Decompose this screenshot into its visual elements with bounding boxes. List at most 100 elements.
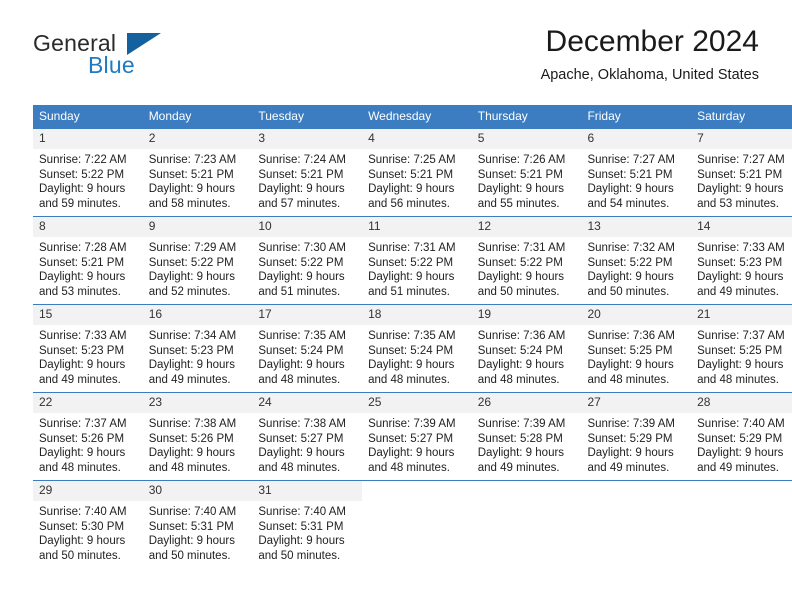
day-cell[interactable]: 10 Sunrise: 7:30 AM Sunset: 5:22 PM Dayligh… <box>252 216 363 305</box>
daylight-text-line1: Daylight: 9 hours <box>39 183 126 196</box>
week-row: 8 Sunrise: 7:28 AM Sunset: 5:21 PM Daylight… <box>33 216 792 305</box>
day-details: Sunrise: 7:40 AM Sunset: 5:31 PM Daylight:… <box>143 501 253 563</box>
day-cell[interactable]: 8 Sunrise: 7:28 AM Sunset: 5:21 PM Daylight… <box>33 216 143 305</box>
daylight-text-line1: Daylight: 9 hours <box>148 535 235 548</box>
daylight-text-line2: and 54 minutes. <box>587 197 670 210</box>
day-cell[interactable]: 20 Sunrise: 7:36 AM Sunset: 5:25 PM Dayligh… <box>581 304 692 393</box>
daylight-text-line1: Daylight: 9 hours <box>477 183 565 196</box>
calendar-header-row: Sunday Monday Tuesday Wednesday Thursday… <box>33 105 792 129</box>
day-cell[interactable]: 12 Sunrise: 7:31 AM Sunset: 5:22 PM Dayligh… <box>471 216 582 305</box>
day-cell[interactable]: 17 Sunrise: 7:35 AM Sunset: 5:24 PM Dayligh… <box>252 304 363 393</box>
day-number <box>581 481 692 501</box>
daylight-text-line1: Daylight: 9 hours <box>258 271 345 284</box>
day-cell[interactable]: 22 Sunrise: 7:37 AM Sunset: 5:26 PM Dayligh… <box>33 392 143 481</box>
daylight-text-line1: Daylight: 9 hours <box>587 183 674 196</box>
day-cell[interactable]: 14 Sunrise: 7:33 AM Sunset: 5:23 PM Dayligh… <box>691 216 792 305</box>
day-cell[interactable]: 9 Sunrise: 7:29 AM Sunset: 5:22 PM Daylight… <box>142 216 253 305</box>
day-number: 27 <box>581 393 692 413</box>
daylight-text-line2: and 49 minutes. <box>697 285 779 298</box>
day-cell[interactable]: 13 Sunrise: 7:32 AM Sunset: 5:22 PM Dayligh… <box>581 216 692 305</box>
day-details: Sunrise: 7:35 AM Sunset: 5:24 PM Daylight:… <box>362 325 472 387</box>
daylight-text-line1: Daylight: 9 hours <box>368 271 455 284</box>
sunset-text: Sunset: 5:25 PM <box>697 344 783 357</box>
sunrise-text: Sunrise: 7:36 AM <box>587 330 676 342</box>
sunrise-text: Sunrise: 7:36 AM <box>477 330 566 342</box>
sunrise-text: Sunrise: 7:40 AM <box>148 506 237 518</box>
day-number: 17 <box>252 305 363 325</box>
sunrise-text: Sunrise: 7:26 AM <box>477 154 566 166</box>
day-number: 1 <box>33 129 143 149</box>
day-cell[interactable]: 3 Sunrise: 7:24 AM Sunset: 5:21 PM Daylight… <box>252 128 363 217</box>
day-number <box>471 481 582 501</box>
day-cell[interactable]: 21 Sunrise: 7:37 AM Sunset: 5:25 PM Dayligh… <box>691 304 792 393</box>
day-number: 26 <box>471 393 582 413</box>
sunrise-text: Sunrise: 7:31 AM <box>368 242 456 254</box>
day-cell[interactable]: 25 Sunrise: 7:39 AM Sunset: 5:27 PM Dayligh… <box>362 392 472 481</box>
daylight-text-line2: and 48 minutes. <box>477 373 560 386</box>
sunrise-text: Sunrise: 7:32 AM <box>587 242 676 254</box>
page-header: General Blue December 2024 Apache, Oklah… <box>33 24 759 96</box>
day-cell[interactable]: 18 Sunrise: 7:35 AM Sunset: 5:24 PM Dayligh… <box>362 304 472 393</box>
sunrise-text: Sunrise: 7:29 AM <box>148 242 237 254</box>
day-number: 13 <box>581 217 692 237</box>
day-cell[interactable]: 24 Sunrise: 7:38 AM Sunset: 5:27 PM Dayligh… <box>252 392 363 481</box>
general-blue-logo[interactable]: General Blue <box>33 30 233 86</box>
weekday-header-saturday: Saturday <box>691 105 792 129</box>
daylight-text-line2: and 48 minutes. <box>587 373 670 386</box>
day-cell[interactable]: 4 Sunrise: 7:25 AM Sunset: 5:21 PM Daylight… <box>362 128 472 217</box>
calendar-body: 1 Sunrise: 7:22 AM Sunset: 5:22 PM Daylight… <box>33 128 792 568</box>
day-cell[interactable]: 26 Sunrise: 7:39 AM Sunset: 5:28 PM Dayligh… <box>471 392 582 481</box>
daylight-text-line1: Daylight: 9 hours <box>587 447 674 460</box>
daylight-text-line2: and 55 minutes. <box>477 197 560 210</box>
sunset-text: Sunset: 5:31 PM <box>148 520 234 533</box>
sunset-text: Sunset: 5:22 PM <box>477 256 563 269</box>
day-details: Sunrise: 7:39 AM Sunset: 5:27 PM Daylight:… <box>362 413 472 475</box>
day-cell[interactable]: 11 Sunrise: 7:31 AM Sunset: 5:22 PM Dayligh… <box>362 216 472 305</box>
day-cell[interactable]: 31 Sunrise: 7:40 AM Sunset: 5:31 PM Dayligh… <box>252 480 363 568</box>
daylight-text-line1: Daylight: 9 hours <box>697 359 784 372</box>
day-details: Sunrise: 7:24 AM Sunset: 5:21 PM Daylight:… <box>252 149 362 211</box>
day-cell[interactable]: 23 Sunrise: 7:38 AM Sunset: 5:26 PM Dayligh… <box>142 392 253 481</box>
sunrise-text: Sunrise: 7:35 AM <box>368 330 456 342</box>
sunset-text: Sunset: 5:23 PM <box>39 344 125 357</box>
daylight-text-line2: and 49 minutes. <box>148 373 231 386</box>
daylight-text-line2: and 49 minutes. <box>477 461 560 474</box>
day-cell[interactable]: 29 Sunrise: 7:40 AM Sunset: 5:30 PM Dayligh… <box>33 480 143 568</box>
day-cell[interactable]: 2 Sunrise: 7:23 AM Sunset: 5:21 PM Daylight… <box>142 128 253 217</box>
sunrise-text: Sunrise: 7:33 AM <box>697 242 785 254</box>
day-cell[interactable]: 1 Sunrise: 7:22 AM Sunset: 5:22 PM Daylight… <box>33 128 143 217</box>
calendar-grid: Sunday Monday Tuesday Wednesday Thursday… <box>33 105 792 568</box>
sunrise-text: Sunrise: 7:40 AM <box>258 506 346 518</box>
day-number: 24 <box>252 393 363 413</box>
sunset-text: Sunset: 5:22 PM <box>39 168 125 181</box>
day-cell[interactable]: 28 Sunrise: 7:40 AM Sunset: 5:29 PM Dayligh… <box>691 392 792 481</box>
day-details: Sunrise: 7:35 AM Sunset: 5:24 PM Daylight:… <box>252 325 362 387</box>
page-subtitle: Apache, Oklahoma, United States <box>540 67 759 83</box>
day-cell[interactable]: 16 Sunrise: 7:34 AM Sunset: 5:23 PM Dayligh… <box>142 304 253 393</box>
day-details: Sunrise: 7:40 AM Sunset: 5:30 PM Daylight:… <box>33 501 143 563</box>
sunset-text: Sunset: 5:21 PM <box>258 168 344 181</box>
day-cell[interactable]: 15 Sunrise: 7:33 AM Sunset: 5:23 PM Dayligh… <box>33 304 143 393</box>
sunrise-text: Sunrise: 7:22 AM <box>39 154 127 166</box>
day-details: Sunrise: 7:39 AM Sunset: 5:29 PM Daylight:… <box>581 413 691 475</box>
sunset-text: Sunset: 5:28 PM <box>477 432 563 445</box>
day-cell[interactable]: 7 Sunrise: 7:27 AM Sunset: 5:21 PM Daylight… <box>691 128 792 217</box>
daylight-text-line1: Daylight: 9 hours <box>697 183 784 196</box>
day-cell[interactable]: 19 Sunrise: 7:36 AM Sunset: 5:24 PM Dayligh… <box>471 304 582 393</box>
weekday-header-monday: Monday <box>142 105 253 129</box>
sunrise-text: Sunrise: 7:39 AM <box>587 418 676 430</box>
sunrise-text: Sunrise: 7:31 AM <box>477 242 566 254</box>
daylight-text-line2: and 51 minutes. <box>258 285 341 298</box>
sunset-text: Sunset: 5:27 PM <box>368 432 454 445</box>
day-details: Sunrise: 7:37 AM Sunset: 5:25 PM Daylight:… <box>691 325 792 387</box>
day-cell[interactable]: 30 Sunrise: 7:40 AM Sunset: 5:31 PM Dayligh… <box>142 480 253 568</box>
day-details: Sunrise: 7:37 AM Sunset: 5:26 PM Daylight:… <box>33 413 143 475</box>
day-cell[interactable]: 27 Sunrise: 7:39 AM Sunset: 5:29 PM Dayligh… <box>581 392 692 481</box>
day-cell[interactable]: 6 Sunrise: 7:27 AM Sunset: 5:21 PM Daylight… <box>581 128 692 217</box>
day-number: 14 <box>691 217 792 237</box>
day-details: Sunrise: 7:33 AM Sunset: 5:23 PM Daylight:… <box>691 237 792 299</box>
day-cell[interactable]: 5 Sunrise: 7:26 AM Sunset: 5:21 PM Daylight… <box>471 128 582 217</box>
daylight-text-line1: Daylight: 9 hours <box>368 183 455 196</box>
sunrise-text: Sunrise: 7:28 AM <box>39 242 127 254</box>
daylight-text-line2: and 50 minutes. <box>258 549 341 562</box>
